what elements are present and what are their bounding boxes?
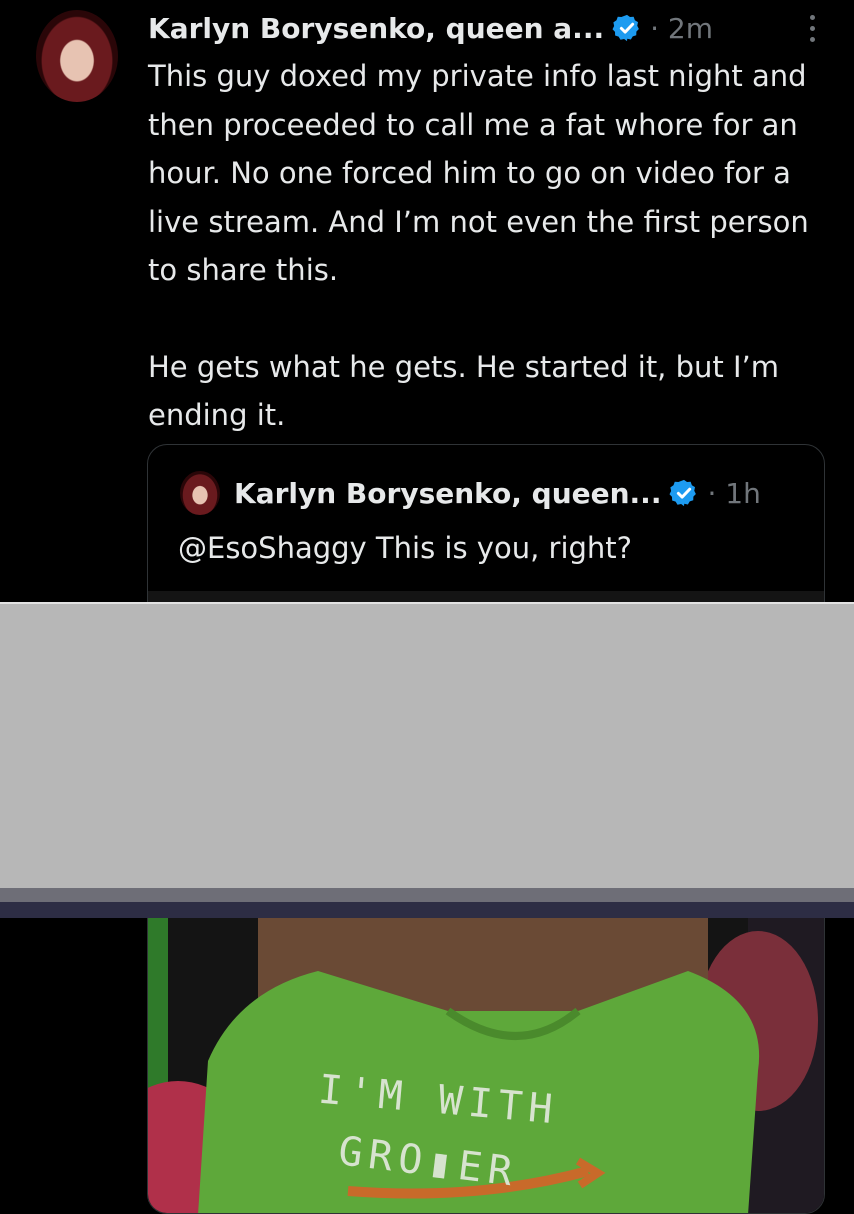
quoted-author-avatar [180, 471, 220, 515]
author-name[interactable]: Karlyn Borysenko, queen a... [148, 12, 604, 45]
author-avatar[interactable] [36, 10, 118, 102]
redaction-bar [0, 602, 854, 918]
post-timestamp[interactable]: · 2m [650, 12, 713, 45]
quoted-post-timestamp: · 1h [707, 476, 761, 510]
verified-badge-icon [612, 14, 639, 42]
quoted-post-header: Karlyn Borysenko, queen... · 1h [180, 471, 761, 515]
quoted-post-text: @EsoShaggy This is you, right? [178, 531, 633, 565]
quoted-author-name: Karlyn Borysenko, queen... [234, 476, 662, 510]
post-paragraph: He gets what he gets. He started it, but… [148, 349, 780, 433]
more-vertical-icon[interactable] [800, 8, 824, 48]
post-body: This guy doxed my private info last nigh… [148, 52, 838, 440]
post-paragraph: This guy doxed my private info last nigh… [148, 59, 809, 287]
verified-badge-icon [669, 479, 697, 507]
post-header: Karlyn Borysenko, queen a... · 2m [148, 6, 838, 50]
